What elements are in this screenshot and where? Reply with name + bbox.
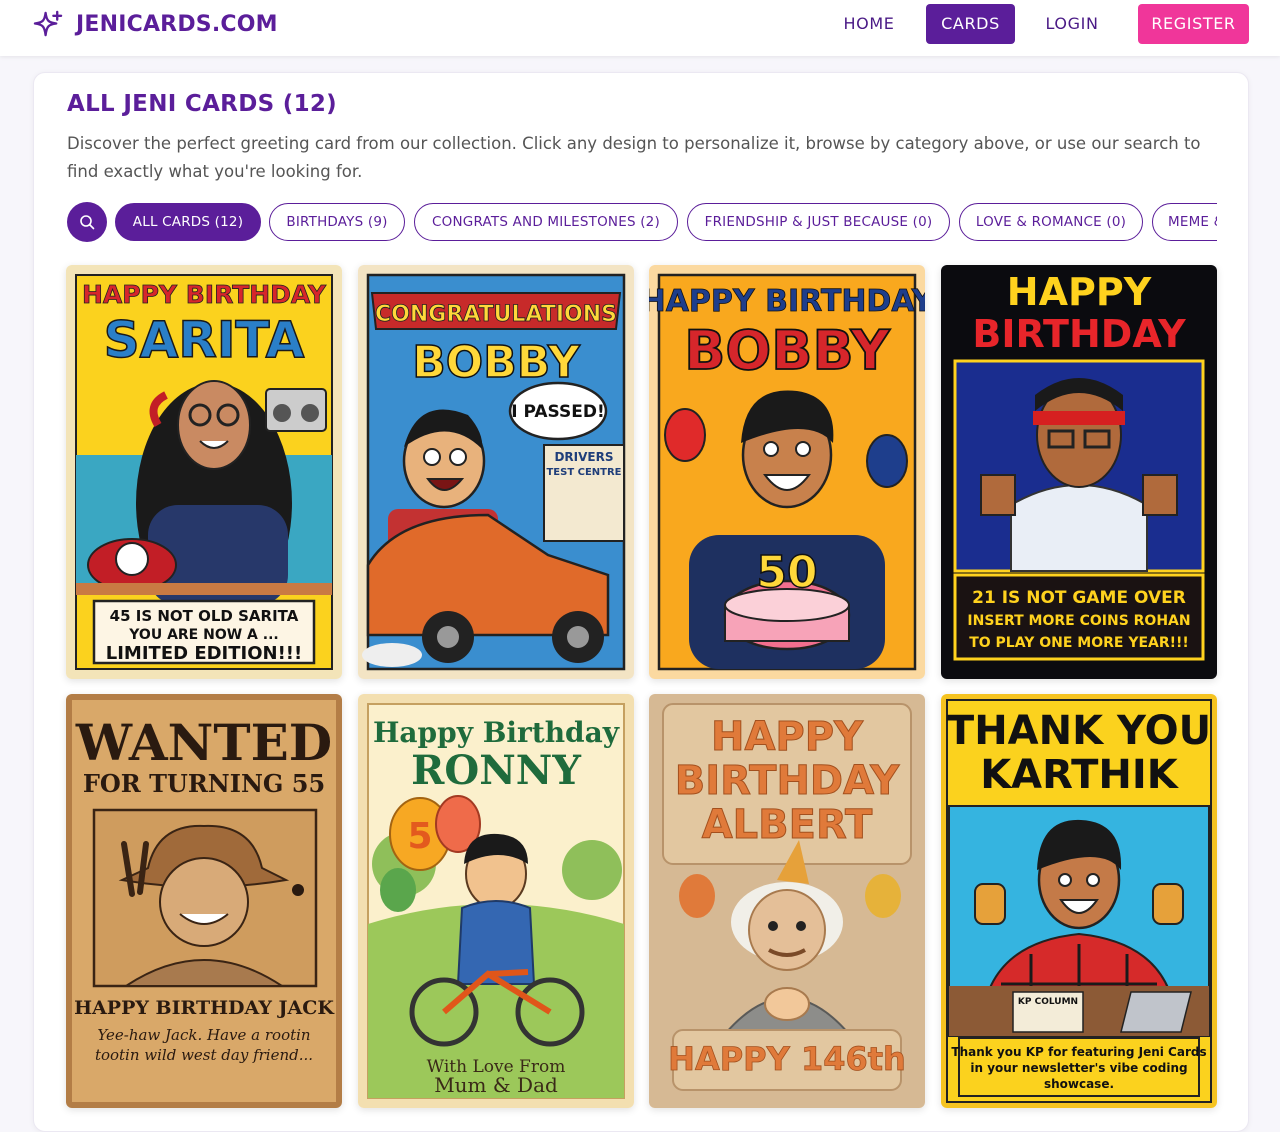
nav-home-link[interactable]: HOME — [834, 4, 904, 44]
card-thankyou-karthik[interactable]: THANK YOU KARTHIK KP COLUMN Thank you KP… — [941, 694, 1217, 1108]
card-name-text: SARITA — [104, 311, 305, 369]
card-caption-line: HAPPY BIRTHDAY JACK — [74, 997, 335, 1019]
card-top-text: Happy Birthday — [373, 716, 620, 749]
register-button[interactable]: REGISTER — [1138, 4, 1249, 44]
card-birthday-jack-wanted[interactable]: WANTED FOR TURNING 55 HAPPY BIRTHDAY JAC… — [66, 694, 342, 1108]
top-navbar: JENICARDS.COM HOME CARDS LOGIN REGISTER — [0, 0, 1280, 56]
card-birthday-rohan-21[interactable]: HAPPY BIRTHDAY 21 IS NOT GAME OVER INSER… — [941, 265, 1217, 679]
card-artwork: Happy Birthday RONNY 5 With Love From Mu… — [358, 694, 634, 1108]
chip-birthdays[interactable]: BIRTHDAYS (9) — [269, 203, 405, 241]
card-caption-line: showcase. — [1044, 1077, 1114, 1091]
card-congrats-bobby[interactable]: CONGRATULATIONS BOBBY I PASSED! DRIVERS … — [358, 265, 634, 679]
nav-login-link[interactable]: LOGIN — [1036, 4, 1108, 44]
chip-love-romance[interactable]: LOVE & ROMANCE (0) — [959, 203, 1143, 241]
card-caption-line: INSERT MORE COINS ROHAN — [967, 613, 1190, 629]
card-name-text: BIRTHDAY — [675, 758, 900, 804]
card-top-text: HAPPY BIRTHDAY — [82, 280, 327, 309]
card-caption-line: HAPPY 146th — [668, 1040, 906, 1078]
chip-congrats-milestones[interactable]: CONGRATS AND MILESTONES (2) — [414, 203, 678, 241]
sign-text: DRIVERS — [554, 450, 613, 464]
search-button[interactable] — [67, 202, 107, 242]
card-name-text: BOBBY — [684, 319, 890, 382]
card-artwork: HAPPY BIRTHDAY 21 IS NOT GAME OVER INSER… — [941, 265, 1217, 679]
card-artwork: THANK YOU KARTHIK KP COLUMN Thank you KP… — [941, 694, 1217, 1108]
card-caption-line: YOU ARE NOW A ... — [128, 627, 278, 643]
card-top-text: CONGRATULATIONS — [375, 302, 617, 327]
brand-name: JENICARDS.COM — [76, 11, 278, 37]
chip-meme-fun[interactable]: MEME & FUN — [1152, 203, 1217, 241]
card-birthday-ronny-5[interactable]: Happy Birthday RONNY 5 With Love From Mu… — [358, 694, 634, 1108]
card-caption-line: Yee-haw Jack. Have a rootin — [97, 1026, 310, 1044]
category-filter-bar: ALL CARDS (12) BIRTHDAYS (9) CONGRATS AN… — [67, 202, 1217, 242]
card-name-text: FOR TURNING 55 — [83, 769, 325, 798]
nav-cards-link[interactable]: CARDS — [926, 4, 1015, 44]
card-caption-line: Thank you KP for featuring Jeni Cards — [951, 1045, 1206, 1059]
newspaper-label: KP COLUMN — [1018, 997, 1078, 1007]
card-caption-line: 45 IS NOT OLD SARITA — [110, 607, 299, 625]
sparkle-icon — [33, 10, 63, 36]
speech-bubble-text: I PASSED! — [511, 402, 605, 422]
search-icon — [80, 215, 95, 230]
chip-friendship[interactable]: FRIENDSHIP & JUST BECAUSE (0) — [687, 203, 950, 241]
card-caption-line: Mum & Dad — [434, 1073, 558, 1097]
card-name-text: RONNY — [411, 747, 581, 794]
card-caption-line: LIMITED EDITION!!! — [106, 643, 302, 664]
card-name-text: BOBBY — [412, 337, 581, 388]
card-top-text: THANK YOU — [947, 708, 1211, 754]
card-number-text: 5 — [407, 816, 432, 857]
card-top-text: HAPPY — [711, 714, 864, 760]
card-caption-line: 21 IS NOT GAME OVER — [972, 588, 1186, 608]
card-name-text: KARTHIK — [980, 752, 1180, 798]
card-birthday-albert-146[interactable]: HAPPY BIRTHDAY ALBERT HAPPY 146th — [649, 694, 925, 1108]
card-artwork: WANTED FOR TURNING 55 HAPPY BIRTHDAY JAC… — [66, 694, 342, 1108]
card-name-text: BIRTHDAY — [972, 312, 1186, 356]
page-description: Discover the perfect greeting card from … — [67, 134, 1201, 181]
card-top-text: HAPPY — [1007, 270, 1152, 314]
card-birthday-bobby-50[interactable]: HAPPY BIRTHDAY BOBBY 50 — [649, 265, 925, 679]
card-number-text: 50 — [756, 547, 817, 598]
card-artwork: HAPPY BIRTHDAY ALBERT HAPPY 146th — [649, 694, 925, 1108]
card-top-text: WANTED — [75, 713, 332, 772]
brand-logo[interactable]: JENICARDS.COM — [33, 9, 278, 39]
card-artwork: HAPPY BIRTHDAY SARITA 45 IS NOT OLD SARI… — [66, 265, 342, 679]
page-title: ALL JENI CARDS (12) — [67, 91, 337, 117]
card-caption-line: tootin wild west day friend... — [95, 1046, 313, 1064]
card-artwork: CONGRATULATIONS BOBBY I PASSED! DRIVERS … — [358, 265, 634, 679]
chip-all-cards[interactable]: ALL CARDS (12) — [115, 203, 261, 241]
card-caption-line: TO PLAY ONE MORE YEAR!!! — [969, 635, 1189, 651]
card-name-text: ALBERT — [702, 802, 873, 848]
card-caption-line: in your newsletter's vibe coding — [970, 1061, 1187, 1075]
sign-text: TEST CENTRE — [546, 467, 621, 478]
card-birthday-sarita[interactable]: HAPPY BIRTHDAY SARITA 45 IS NOT OLD SARI… — [66, 265, 342, 679]
card-top-text: HAPPY BIRTHDAY — [649, 284, 925, 319]
card-artwork: HAPPY BIRTHDAY BOBBY 50 — [649, 265, 925, 679]
